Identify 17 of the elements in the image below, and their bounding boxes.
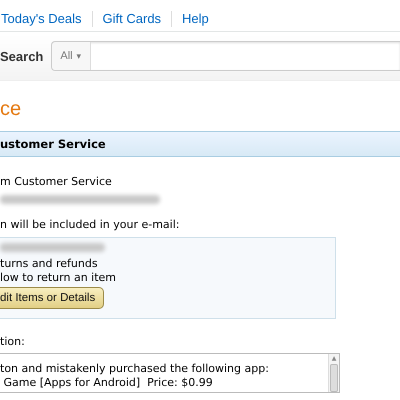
info-text: turns and refunds xyxy=(0,257,99,271)
nav-link[interactable]: Gift Cards xyxy=(92,10,172,26)
search-label: Search xyxy=(0,48,44,64)
edit-items-button[interactable]: dit Items or Details xyxy=(0,287,104,309)
nav-link[interactable]: Help xyxy=(171,10,219,26)
section-header: ustomer Service xyxy=(0,131,400,157)
category-dropdown[interactable]: All ▾ xyxy=(52,42,91,70)
page-title: ce xyxy=(0,97,22,121)
message-text: ton and mistakenly purchased the following app: xyxy=(0,362,270,376)
info-label: n will be included in your e-mail: xyxy=(0,218,180,232)
caret-icon: ▾ xyxy=(76,51,82,61)
message-label: tion: xyxy=(0,335,26,349)
message-text: Game [Apps for Android] Price: $0.99 xyxy=(2,376,214,390)
nav-link[interactable]: Today's Deals xyxy=(1,10,92,26)
info-text: low to return an item xyxy=(0,271,118,285)
search-field[interactable]: All ▾ xyxy=(51,41,400,71)
from-text: m Customer Service xyxy=(0,175,113,189)
